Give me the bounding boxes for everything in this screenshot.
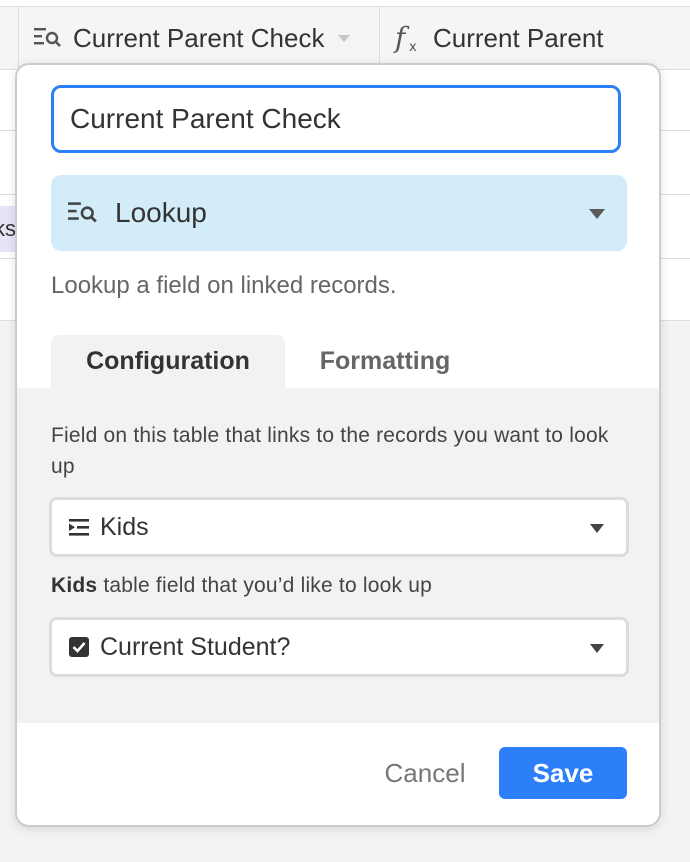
cancel-button[interactable]: Cancel bbox=[363, 747, 487, 799]
link-field-icon bbox=[68, 516, 90, 538]
lookup-field-value: Current Student? bbox=[100, 632, 291, 661]
configuration-panel: Field on this table that links to the re… bbox=[17, 388, 659, 723]
lookup-field-select[interactable]: Current Student? bbox=[49, 617, 629, 677]
lookup-field-label: Kids table field that you’d like to look… bbox=[51, 570, 631, 601]
chevron-down-icon bbox=[589, 209, 605, 219]
field-type-select[interactable]: Lookup bbox=[51, 175, 627, 251]
lookup-icon bbox=[33, 23, 63, 53]
linked-table-name: Kids bbox=[51, 574, 98, 597]
chevron-down-icon bbox=[590, 644, 604, 653]
checkbox-icon bbox=[68, 636, 90, 658]
tab-configuration[interactable]: Configuration bbox=[51, 335, 285, 388]
column-header-current-parent-check[interactable]: Current Parent Check bbox=[18, 7, 380, 69]
field-type-label: Lookup bbox=[115, 197, 207, 228]
lookup-icon bbox=[67, 197, 99, 229]
svg-text:f: f bbox=[393, 22, 410, 54]
link-field-select[interactable]: Kids bbox=[49, 497, 629, 557]
field-editor-popover: Lookup Lookup a field on linked records.… bbox=[15, 63, 661, 827]
field-type-description: Lookup a field on linked records. bbox=[51, 272, 397, 299]
chevron-down-icon bbox=[590, 524, 604, 533]
grid-header: Current Parent Check f x Current Parent bbox=[0, 6, 690, 70]
link-field-value: Kids bbox=[100, 512, 149, 541]
link-field-label: Field on this table that links to the re… bbox=[51, 424, 609, 478]
save-button[interactable]: Save bbox=[499, 747, 627, 799]
lookup-field-label-text: table field that you’d like to look up bbox=[97, 574, 432, 597]
formula-icon: f x bbox=[393, 22, 423, 54]
column-header-label: Current Parent Check bbox=[73, 22, 325, 53]
svg-text:x: x bbox=[409, 40, 417, 54]
column-header-current-parent[interactable]: f x Current Parent bbox=[379, 7, 690, 69]
tab-formatting[interactable]: Formatting bbox=[285, 335, 485, 388]
column-header-label: Current Parent bbox=[433, 22, 604, 53]
chevron-down-icon[interactable] bbox=[338, 34, 351, 42]
field-name-input[interactable] bbox=[51, 85, 621, 153]
